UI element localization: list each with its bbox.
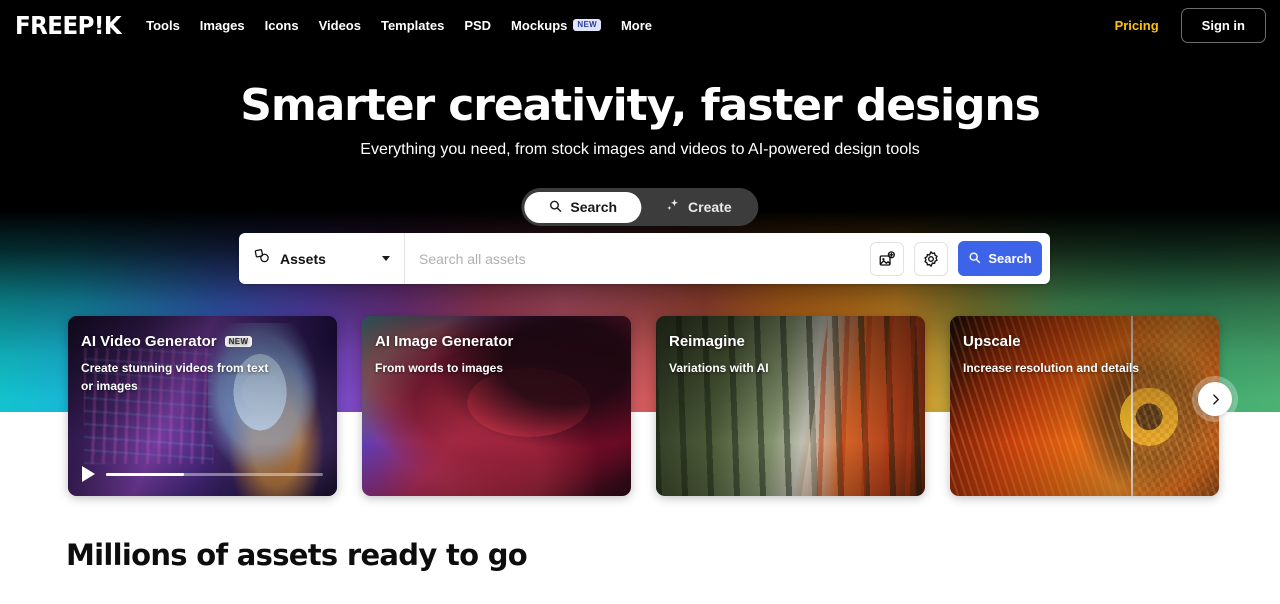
carousel-card-ai-image-generator[interactable]: AI Image Generator From words to images bbox=[362, 316, 631, 496]
sparkle-icon bbox=[665, 198, 680, 216]
card-text: Reimagine Variations with AI bbox=[669, 333, 915, 377]
carousel-card-upscale[interactable]: Upscale Increase resolution and details bbox=[950, 316, 1219, 496]
asset-category-value: Assets bbox=[280, 250, 326, 267]
nav-item-label: Templates bbox=[380, 17, 445, 33]
hero-subtitle: Everything you need, from stock images a… bbox=[360, 141, 920, 158]
play-icon[interactable] bbox=[82, 466, 95, 482]
card-title-label: Reimagine bbox=[669, 333, 745, 350]
nav-item-label: Videos bbox=[318, 17, 361, 33]
search-bar: Assets Search bbox=[239, 233, 1050, 284]
card-title: Reimagine bbox=[669, 333, 915, 350]
toggle-option-create[interactable]: Create bbox=[641, 191, 756, 223]
chevron-right-icon bbox=[1212, 393, 1219, 405]
nav-item-label: PSD bbox=[464, 17, 492, 33]
assets-section-title: Millions of assets ready to go bbox=[66, 538, 528, 572]
main-navbar: FREEP!K Tools Images Icons Videos Templa… bbox=[0, 0, 1280, 50]
tools-carousel: AI Video Generator NEW Create stunning v… bbox=[68, 316, 1219, 496]
new-badge: NEW bbox=[224, 335, 253, 348]
nav-item-images[interactable]: Images bbox=[200, 18, 245, 33]
nav-item-icons[interactable]: Icons bbox=[265, 18, 299, 33]
search-icon bbox=[968, 251, 981, 267]
video-controls bbox=[82, 466, 323, 482]
toggle-option-label: Create bbox=[688, 199, 732, 215]
toggle-option-label: Search bbox=[570, 199, 618, 215]
freepik-homepage: FREEP!K Tools Images Icons Videos Templa… bbox=[0, 0, 1280, 604]
nav-item-more[interactable]: More bbox=[621, 18, 652, 33]
search-submit-button[interactable]: Search bbox=[958, 241, 1042, 276]
search-icon bbox=[548, 199, 562, 216]
mode-toggle: Search Create bbox=[521, 188, 759, 226]
chevron-down-icon bbox=[382, 256, 390, 261]
gear-icon bbox=[924, 250, 938, 267]
nav-item-videos[interactable]: Videos bbox=[319, 18, 361, 33]
card-title: AI Image Generator bbox=[375, 333, 621, 350]
sign-in-button[interactable]: Sign in bbox=[1180, 7, 1266, 43]
search-settings-button[interactable] bbox=[914, 241, 948, 276]
search-input[interactable] bbox=[405, 234, 870, 283]
new-badge: NEW bbox=[573, 19, 601, 31]
nav-item-label: Icons bbox=[264, 17, 299, 33]
card-title: AI Video Generator NEW bbox=[81, 333, 327, 350]
carousel-card-ai-video-generator[interactable]: AI Video Generator NEW Create stunning v… bbox=[68, 316, 337, 496]
card-title: Upscale bbox=[963, 333, 1209, 350]
card-subtitle: Increase resolution and details bbox=[963, 361, 1140, 375]
carousel-card-reimagine[interactable]: Reimagine Variations with AI bbox=[656, 316, 925, 496]
nav-item-label: More bbox=[620, 17, 653, 33]
nav-item-psd[interactable]: PSD bbox=[464, 18, 491, 33]
card-subtitle: Create stunning videos from text or imag… bbox=[81, 361, 269, 393]
carousel-next-button[interactable] bbox=[1198, 382, 1232, 416]
nav-item-label: Images bbox=[199, 17, 245, 33]
card-text: AI Video Generator NEW Create stunning v… bbox=[81, 333, 327, 395]
video-progress-bar[interactable] bbox=[106, 472, 323, 476]
asset-category-dropdown[interactable]: Assets bbox=[239, 233, 405, 284]
navbar-right: Pricing Sign in bbox=[1115, 7, 1266, 43]
card-title-label: AI Video Generator bbox=[81, 333, 217, 350]
nav-links: Tools Images Icons Videos Templates PSD … bbox=[146, 18, 652, 33]
card-text: Upscale Increase resolution and details bbox=[963, 333, 1209, 377]
nav-item-tools[interactable]: Tools bbox=[146, 18, 180, 33]
image-search-upload-button[interactable] bbox=[870, 241, 904, 276]
video-progress-fill bbox=[106, 472, 185, 476]
toggle-option-search[interactable]: Search bbox=[524, 191, 642, 223]
image-upload-icon bbox=[879, 250, 895, 266]
search-submit-label: Search bbox=[988, 251, 1032, 266]
freepik-logo[interactable]: FREEP!K bbox=[15, 13, 122, 38]
hero-title: Smarter creativity, faster designs bbox=[240, 80, 1041, 131]
nav-item-mockups[interactable]: Mockups NEW bbox=[511, 18, 601, 33]
nav-item-templates[interactable]: Templates bbox=[381, 18, 444, 33]
card-title-label: AI Image Generator bbox=[375, 333, 514, 350]
card-subtitle: Variations with AI bbox=[669, 361, 769, 375]
nav-item-label: Mockups bbox=[511, 17, 568, 33]
pricing-link[interactable]: Pricing bbox=[1115, 18, 1159, 33]
card-subtitle: From words to images bbox=[375, 361, 504, 375]
nav-item-label: Tools bbox=[146, 17, 180, 33]
shapes-icon bbox=[254, 248, 271, 270]
card-text: AI Image Generator From words to images bbox=[375, 333, 621, 377]
card-title-label: Upscale bbox=[963, 333, 1021, 350]
